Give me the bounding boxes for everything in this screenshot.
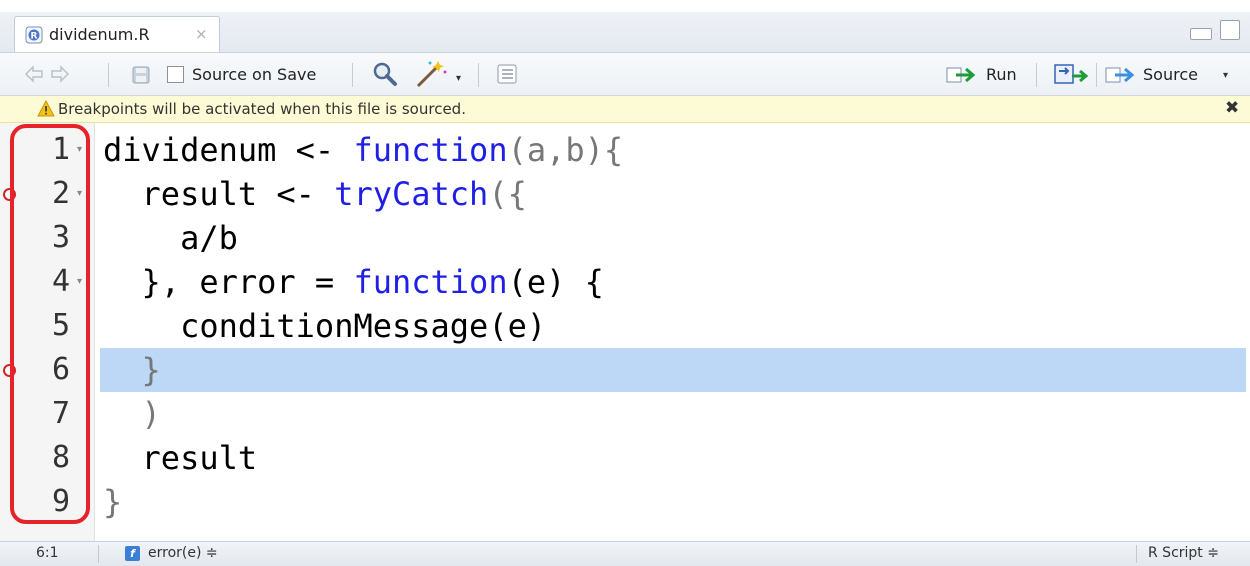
back-arrow-icon[interactable]: [24, 65, 44, 83]
svg-text:R: R: [31, 32, 38, 42]
code-token: result: [103, 439, 258, 477]
run-arrow-icon: [946, 67, 976, 83]
code-token: (a,b){: [507, 131, 624, 169]
code-line[interactable]: dividenum <- function(a,b){: [103, 128, 623, 172]
code-line[interactable]: result: [103, 436, 258, 480]
source-dropdown-icon[interactable]: ▾: [1223, 70, 1228, 81]
source-label: Source: [1143, 65, 1198, 84]
code-token: }: [103, 351, 161, 389]
breakpoint-notice-bar: Breakpoints will be activated when this …: [0, 96, 1250, 123]
red-annotation-box: [10, 124, 90, 524]
code-editor-area[interactable]: dividenum <- function(a,b){ result <- tr…: [95, 123, 1250, 541]
document-outline-icon[interactable]: [496, 63, 518, 85]
search-icon[interactable]: [372, 61, 398, 87]
source-button[interactable]: Source ▾: [1105, 62, 1245, 88]
toolbar-separator: [1036, 63, 1037, 87]
editor-toolbar: Source on Save ▾ Run Source ▾: [0, 53, 1250, 96]
code-line[interactable]: ): [103, 392, 161, 436]
source-on-save-checkbox[interactable]: [167, 66, 184, 83]
code-line[interactable]: a/b: [103, 216, 238, 260]
code-token: }: [103, 483, 123, 521]
code-token-keyword: tryCatch: [334, 175, 489, 213]
code-token: result <-: [103, 175, 335, 213]
source-editor-pane: R dividenum.R × Source on Save ▾ Run Sou…: [0, 0, 1250, 566]
code-line[interactable]: }, error = function(e) {: [103, 260, 604, 304]
minimize-pane-icon[interactable]: [1190, 28, 1212, 40]
code-tools-dropdown-icon[interactable]: ▾: [456, 73, 461, 84]
code-line[interactable]: }: [103, 348, 161, 392]
code-token-keyword: function: [353, 263, 508, 301]
run-label: Run: [986, 65, 1017, 84]
tab-filename: dividenum.R: [49, 25, 150, 44]
code-line[interactable]: }: [103, 480, 122, 524]
status-separator: [1136, 545, 1137, 563]
maximize-pane-icon[interactable]: [1220, 20, 1240, 40]
code-token: a/b: [103, 219, 238, 257]
breakpoint-notice-text: Breakpoints will be activated when this …: [58, 100, 466, 118]
source-on-save-label: Source on Save: [192, 65, 317, 84]
tab-bar: R dividenum.R ×: [0, 12, 1250, 53]
code-token: conditionMessage(e): [103, 307, 547, 345]
status-separator: [98, 545, 99, 563]
warning-icon: [37, 100, 55, 117]
code-token: ): [103, 395, 161, 433]
file-type-selector[interactable]: R Script ≑: [1148, 545, 1219, 561]
code-token-keyword: function: [353, 131, 508, 169]
tab-close-icon[interactable]: ×: [195, 25, 208, 43]
toolbar-separator: [1096, 63, 1097, 87]
function-scope-selector[interactable]: error(e) ≑: [148, 545, 218, 561]
dismiss-notice-icon[interactable]: ✖: [1225, 98, 1239, 118]
tab-dividenum[interactable]: R dividenum.R ×: [14, 16, 220, 52]
cursor-position: 6:1: [36, 545, 59, 561]
code-token: ({: [488, 175, 527, 213]
forward-arrow-icon[interactable]: [50, 65, 70, 83]
toolbar-separator: [478, 63, 479, 87]
toolbar-separator: [352, 63, 353, 87]
code-token: (e) {: [507, 263, 604, 301]
editor-status-bar: 6:1 f error(e) ≑ R Script ≑: [0, 541, 1250, 566]
rerun-icon[interactable]: [1054, 63, 1088, 85]
function-scope-icon: f: [125, 546, 140, 561]
code-line[interactable]: conditionMessage(e): [103, 304, 546, 348]
current-line-highlight: [100, 348, 1246, 392]
save-icon[interactable]: [132, 66, 150, 84]
toolbar-separator: [108, 63, 109, 87]
code-token: }, error =: [103, 263, 354, 301]
r-file-icon: R: [25, 26, 43, 44]
code-token: dividenum <-: [103, 131, 354, 169]
source-arrow-icon: [1105, 67, 1135, 83]
code-line[interactable]: result <- tryCatch({: [103, 172, 527, 216]
magic-wand-icon[interactable]: [414, 59, 448, 89]
